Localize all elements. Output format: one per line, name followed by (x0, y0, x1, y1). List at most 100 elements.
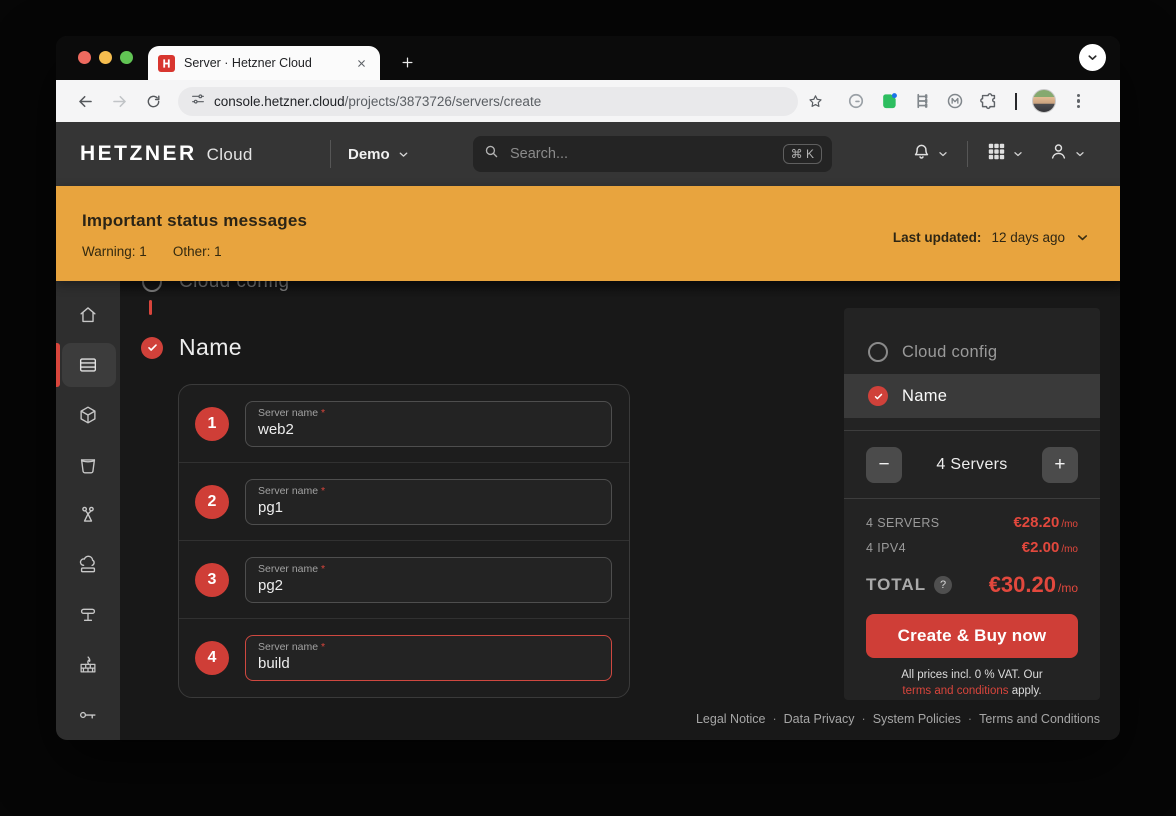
project-selector[interactable]: Demo (348, 122, 410, 186)
placement-group-icon (77, 504, 99, 526)
price-period: /mo (1061, 519, 1078, 530)
sidebar-item-security[interactable] (56, 691, 120, 739)
search-input[interactable] (508, 145, 783, 163)
terms-link[interactable]: terms and conditions (902, 685, 1008, 697)
hetzner-logo[interactable]: HETZNER Cloud (80, 142, 253, 166)
server-name-input-1[interactable] (258, 420, 599, 438)
total-help-icon[interactable]: ? (934, 576, 952, 594)
project-name: Demo (348, 146, 390, 163)
site-settings-icon[interactable] (190, 91, 206, 112)
minimize-window-button[interactable] (99, 51, 112, 64)
sidebar-nav (56, 281, 120, 740)
section-name-heading: Name (141, 334, 242, 361)
bucket-icon (77, 454, 99, 476)
notifications-menu[interactable] (899, 141, 961, 167)
step-connector (149, 300, 152, 315)
last-updated-label: Last updated: (893, 230, 982, 245)
floating-ip-icon (77, 554, 99, 576)
step-label: Cloud config (179, 281, 289, 293)
sidebar-item-images[interactable] (56, 391, 120, 439)
server-names-card: 1 Server name * 2 Server name * 3 (178, 384, 630, 698)
back-icon[interactable] (71, 87, 99, 115)
tab-close-icon[interactable] (352, 54, 370, 72)
apps-grid-icon (986, 141, 1007, 167)
browser-window: Server · Hetzner Cloud console.hetzner.c… (56, 36, 1120, 740)
close-window-button[interactable] (78, 51, 91, 64)
price-row: 4 IPV4 €2.00/mo (866, 539, 1078, 556)
required-marker: * (321, 485, 325, 497)
extension-evernote-icon[interactable] (877, 89, 901, 113)
step-cloud-config[interactable]: Cloud config (142, 281, 289, 293)
price-label: 4 SERVERS (866, 516, 940, 530)
extension-g-icon[interactable] (844, 89, 868, 113)
forward-icon[interactable] (105, 87, 133, 115)
tab-title: Server · Hetzner Cloud (184, 56, 352, 70)
url-text: console.hetzner.cloud/projects/3873726/s… (214, 94, 541, 109)
browser-tab[interactable]: Server · Hetzner Cloud (148, 46, 380, 80)
status-banner: Important status messages Warning: 1 Oth… (56, 186, 1120, 281)
legal-notice-link[interactable]: Legal Notice (696, 712, 766, 726)
extensions-area (844, 89, 1090, 113)
extension-m-circle-icon[interactable] (943, 89, 967, 113)
sidebar-item-placement-groups[interactable] (56, 491, 120, 539)
network-icon (77, 604, 99, 626)
bookmark-star-icon[interactable] (801, 87, 829, 115)
server-name-field-4[interactable]: Server name * (245, 635, 612, 681)
servers-icon (77, 354, 99, 376)
toolbar-divider (1015, 93, 1017, 110)
banner-title: Important status messages (82, 211, 307, 231)
server-name-row: 1 Server name * (179, 385, 629, 463)
banner-expand[interactable]: Last updated: 12 days ago (893, 230, 1090, 245)
panel-step-name[interactable]: Name (844, 374, 1100, 418)
apps-menu[interactable] (974, 141, 1036, 167)
server-name-field-1[interactable]: Server name * (245, 401, 612, 447)
browser-menu-icon[interactable] (1065, 90, 1090, 113)
server-count-stepper: − 4 Servers + (844, 431, 1100, 498)
server-name-input-2[interactable] (258, 498, 599, 516)
price-period: /mo (1061, 544, 1078, 555)
required-marker: * (321, 563, 325, 575)
extension-outliner-icon[interactable] (910, 89, 934, 113)
panel-step-cloud-config[interactable]: Cloud config (844, 330, 1100, 374)
server-name-input-4[interactable] (258, 654, 599, 672)
server-name-field-3[interactable]: Server name * (245, 557, 612, 603)
sidebar-item-home[interactable] (56, 291, 120, 339)
hetzner-header: HETZNER Cloud Demo ⌘ K (56, 122, 1120, 186)
decrease-servers-button[interactable]: − (866, 447, 902, 483)
field-label: Server name (258, 485, 318, 497)
server-name-row: 2 Server name * (179, 463, 629, 541)
total-row: TOTAL ? €30.20/mo (866, 572, 1078, 598)
global-search[interactable]: ⌘ K (473, 136, 832, 172)
brand-product: Cloud (207, 145, 253, 165)
zoom-window-button[interactable] (120, 51, 133, 64)
terms-conditions-link[interactable]: Terms and Conditions (979, 712, 1100, 726)
other-count: Other: 1 (173, 244, 222, 259)
banner-counts: Warning: 1 Other: 1 (82, 244, 222, 259)
reload-icon[interactable] (139, 87, 167, 115)
chevron-down-icon (937, 148, 949, 160)
panel-step-label: Name (902, 387, 947, 406)
sidebar-item-servers[interactable] (56, 341, 120, 389)
sidebar-item-networks[interactable] (56, 591, 120, 639)
warning-count: Warning: 1 (82, 244, 147, 259)
check-circle-icon (141, 337, 163, 359)
price-value: €28.20/mo (1013, 514, 1078, 531)
field-label: Server name (258, 407, 318, 419)
account-menu[interactable] (1036, 141, 1098, 167)
sidebar-item-firewalls[interactable] (56, 641, 120, 689)
profile-avatar[interactable] (1032, 89, 1056, 113)
data-privacy-link[interactable]: Data Privacy (784, 712, 855, 726)
system-policies-link[interactable]: System Policies (873, 712, 961, 726)
sidebar-item-storage[interactable] (56, 441, 120, 489)
extensions-puzzle-icon[interactable] (976, 89, 1000, 113)
create-buy-button[interactable]: Create & Buy now (866, 614, 1078, 658)
browser-toolbar: console.hetzner.cloud/projects/3873726/s… (56, 80, 1120, 122)
sidebar-item-floating-ips[interactable] (56, 541, 120, 589)
server-name-input-3[interactable] (258, 576, 599, 594)
price-value: €2.00/mo (1022, 539, 1078, 556)
server-name-field-2[interactable]: Server name * (245, 479, 612, 525)
address-bar[interactable]: console.hetzner.cloud/projects/3873726/s… (178, 87, 798, 116)
new-tab-button[interactable] (394, 49, 420, 75)
increase-servers-button[interactable]: + (1042, 447, 1078, 483)
tab-search-button[interactable] (1079, 44, 1106, 71)
